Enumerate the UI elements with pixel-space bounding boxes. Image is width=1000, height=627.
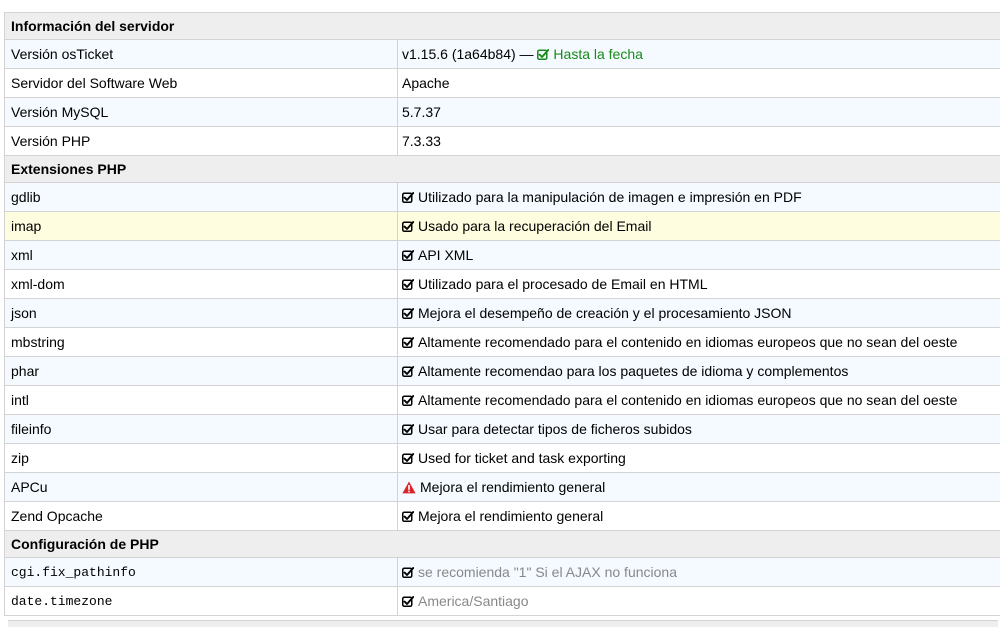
row-label: phar: [5, 357, 398, 386]
osticket-version: v1.15.6 (1a64b84) —: [402, 46, 537, 62]
table-row: gdlib Utilizado para la manipulación de i…: [5, 183, 1000, 212]
row-description: Mejora el desempeño de creación y el pro…: [418, 305, 792, 321]
row-label: intl: [5, 386, 398, 415]
table-row: Servidor del Software Web Apache: [5, 69, 1000, 98]
table-row: Versión MySQL 5.7.37: [5, 98, 1000, 127]
check-square-icon: [402, 596, 414, 607]
row-value: Mejora el rendimiento general: [398, 502, 1000, 531]
row-value: Mejora el desempeño de creación y el pro…: [398, 299, 1000, 328]
section-title: Información del servidor: [5, 13, 1000, 40]
check-square-icon: [402, 395, 414, 406]
row-description: Utilizado para la manipulación de imagen…: [418, 189, 802, 205]
table-row: Versión PHP 7.3.33: [5, 127, 1000, 156]
row-value: Altamente recomendado para el contenido …: [398, 386, 1000, 415]
row-value: 5.7.37: [398, 98, 1000, 127]
table-row: Versión osTicket v1.15.6 (1a64b84) — Has…: [5, 40, 1000, 69]
table-row: intl Altamente recomendado para el conten…: [5, 386, 1000, 415]
table-row: cgi.fix_pathinfo se recomienda "1" Si el …: [5, 558, 1000, 587]
check-square-icon: [402, 453, 414, 464]
check-square-icon: [402, 424, 414, 435]
row-value: Apache: [398, 69, 1000, 98]
row-label: json: [5, 299, 398, 328]
table-row: date.timezone America/Santiago: [5, 587, 1000, 616]
row-description: Used for ticket and task exporting: [418, 450, 626, 466]
table-row: xml API XML: [5, 241, 1000, 270]
table-row: fileinfo Usar para detectar tipos de fich…: [5, 415, 1000, 444]
row-description: Mejora el rendimiento general: [418, 508, 603, 524]
row-description: Altamente recomendado para el contenido …: [418, 392, 957, 408]
table-row: imap Usado para la recuperación del Email: [5, 212, 1000, 241]
check-square-icon: [402, 567, 414, 578]
row-value: Usado para la recuperación del Email: [398, 212, 1000, 241]
row-label: xml-dom: [5, 270, 398, 299]
check-square-icon: [402, 192, 414, 203]
check-square-icon: [402, 308, 414, 319]
check-square-icon: [402, 279, 414, 290]
row-description: Mejora el rendimiento general: [420, 479, 605, 495]
server-info-table: Información del servidor Versión osTicke…: [4, 12, 1000, 616]
table-row: phar Altamente recomendao para los paquet…: [5, 357, 1000, 386]
row-description: Altamente recomendado para el contenido …: [418, 334, 957, 350]
row-description: se recomienda "1" Si el AJAX no funciona: [418, 564, 677, 580]
row-value: v1.15.6 (1a64b84) — Hasta la fecha: [398, 40, 1000, 69]
section-header-php-config: Configuración de PHP: [5, 531, 1000, 558]
row-label: mbstring: [5, 328, 398, 357]
row-value: Utilizado para la manipulación de imagen…: [398, 183, 1000, 212]
row-value: 7.3.33: [398, 127, 1000, 156]
row-description: Utilizado para el procesado de Email en …: [418, 276, 707, 292]
row-description: Altamente recomendao para los paquetes d…: [418, 363, 848, 379]
table-row: Zend Opcache Mejora el rendimiento genera…: [5, 502, 1000, 531]
check-square-icon: [402, 250, 414, 261]
row-description: Usado para la recuperación del Email: [418, 218, 651, 234]
row-value: se recomienda "1" Si el AJAX no funciona: [398, 558, 1000, 587]
warning-icon: [402, 481, 416, 494]
row-value: America/Santiago: [398, 587, 1000, 616]
status-text: Hasta la fecha: [553, 46, 643, 62]
row-value: Altamente recomendao para los paquetes d…: [398, 357, 1000, 386]
row-value: Used for ticket and task exporting: [398, 444, 1000, 473]
row-label: xml: [5, 241, 398, 270]
row-label: APCu: [5, 473, 398, 502]
row-description: America/Santiago: [418, 593, 529, 609]
row-value: Usar para detectar tipos de ficheros sub…: [398, 415, 1000, 444]
row-label: fileinfo: [5, 415, 398, 444]
section-header-extensions: Extensiones PHP: [5, 156, 1000, 183]
table-row: APCu Mejora el rendimiento general: [5, 473, 1000, 502]
table-row: json Mejora el desempeño de creación y el…: [5, 299, 1000, 328]
table-row: zip Used for ticket and task exporting: [5, 444, 1000, 473]
check-square-icon: [537, 49, 549, 60]
row-label: zip: [5, 444, 398, 473]
row-label: Versión osTicket: [5, 40, 398, 69]
table-row: xml-dom Utilizado para el procesado de Em…: [5, 270, 1000, 299]
row-label: Versión PHP: [5, 127, 398, 156]
row-description: API XML: [418, 247, 473, 263]
row-label: imap: [5, 212, 398, 241]
up-to-date-status: Hasta la fecha: [537, 46, 643, 62]
section-header-server: Información del servidor: [5, 13, 1000, 40]
row-value: Mejora el rendimiento general: [398, 473, 1000, 502]
table-row: mbstring Altamente recomendado para el co…: [5, 328, 1000, 357]
row-label: date.timezone: [5, 587, 398, 616]
row-label: cgi.fix_pathinfo: [5, 558, 398, 587]
row-value: Utilizado para el procesado de Email en …: [398, 270, 1000, 299]
check-square-icon: [402, 221, 414, 232]
row-value: API XML: [398, 241, 1000, 270]
row-label: Servidor del Software Web: [5, 69, 398, 98]
check-square-icon: [402, 366, 414, 377]
row-value: Altamente recomendado para el contenido …: [398, 328, 1000, 357]
row-label: gdlib: [5, 183, 398, 212]
row-label: Versión MySQL: [5, 98, 398, 127]
row-label: Zend Opcache: [5, 502, 398, 531]
section-title: Extensiones PHP: [5, 156, 1000, 183]
check-square-icon: [402, 337, 414, 348]
row-description: Usar para detectar tipos de ficheros sub…: [418, 421, 692, 437]
section-title: Configuración de PHP: [5, 531, 1000, 558]
check-square-icon: [402, 511, 414, 522]
